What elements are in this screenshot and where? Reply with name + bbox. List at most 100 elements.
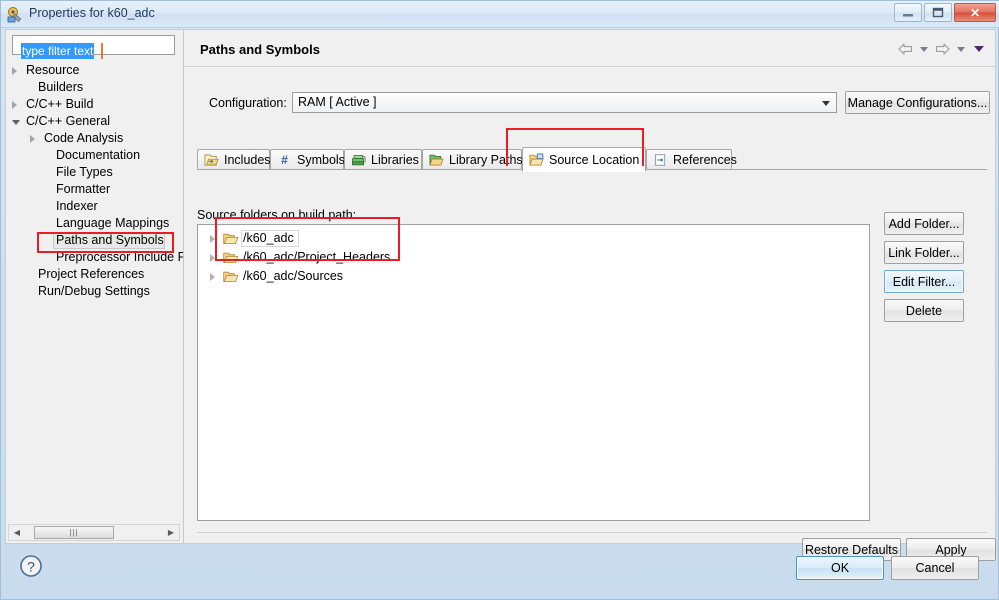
ok-button[interactable]: OK	[796, 556, 884, 580]
dialog-button-bar: ? OK Cancel	[5, 545, 996, 597]
tab-label: Libraries	[371, 153, 419, 167]
filter-input[interactable]: type filter text	[12, 35, 175, 59]
sidebar-item-label: Documentation	[56, 148, 141, 162]
folder-icon	[223, 232, 239, 245]
sidebar-item-run-debug-settings[interactable]: Run/Debug Settings	[6, 283, 183, 300]
title-bar: Properties for k60_adc ✕	[1, 1, 999, 28]
chevron-right-icon[interactable]	[210, 254, 215, 262]
tab-library-paths[interactable]: Library Paths	[422, 149, 523, 170]
back-arrow-icon[interactable]	[897, 42, 914, 56]
svg-text:#: #	[281, 153, 288, 167]
page-title: Paths and Symbols	[200, 42, 320, 57]
sidebar-item-code-analysis[interactable]: Code Analysis	[6, 130, 183, 147]
chevron-down-icon	[822, 101, 830, 106]
sidebar-item-project-references[interactable]: Project References	[6, 266, 183, 283]
page-panel: Paths and Symbols Configuration: RAM [A…	[184, 30, 996, 561]
source-folder-row[interactable]: /k60_adc	[198, 229, 869, 248]
chevron-down-icon[interactable]	[12, 120, 20, 125]
sidebar-item-builders[interactable]: Builders	[6, 79, 183, 96]
source-folder-row[interactable]: /k60_adc/Sources	[198, 267, 869, 286]
includes-icon	[204, 153, 219, 167]
tab-bar[interactable]: Includes # Symbols Libraries Library Paths So…	[197, 147, 987, 172]
tab-label: Source Location	[549, 152, 640, 167]
configuration-value: RAM [ Active ]	[298, 95, 377, 109]
source-location-icon	[529, 153, 544, 167]
sidebar-item-c-c-build[interactable]: C/C++ Build	[6, 96, 183, 113]
properties-icon	[7, 6, 24, 23]
link-folder-button[interactable]: Link Folder...	[884, 241, 964, 264]
tab-label: Includes	[224, 153, 271, 167]
sidebar-item-label: Project References	[38, 267, 145, 281]
sidebar-item-label: Resource	[26, 63, 80, 77]
close-button[interactable]: ✕	[954, 3, 996, 22]
forward-dropdown-icon[interactable]	[957, 46, 965, 52]
add-folder-button[interactable]: Add Folder...	[884, 212, 964, 235]
source-folders-list[interactable]: /k60_adc/k60_adc/Project_Headers/k60_adc…	[197, 224, 870, 521]
sidebar-item-language-mappings[interactable]: Language Mappings	[6, 215, 183, 232]
sidebar-item-resource[interactable]: Resource	[6, 62, 183, 79]
forward-arrow-icon[interactable]	[934, 42, 951, 56]
svg-text:?: ?	[27, 559, 35, 575]
sidebar-item-label: Builders	[38, 80, 84, 94]
chevron-right-icon[interactable]	[12, 67, 17, 75]
source-folder-row[interactable]: /k60_adc/Project_Headers	[198, 248, 869, 267]
cancel-button[interactable]: Cancel	[891, 556, 979, 580]
delete-button[interactable]: Delete	[884, 299, 964, 322]
symbols-hash-icon: #	[277, 153, 292, 167]
footer-separator	[197, 532, 987, 533]
dialog-content: type filter text Resource Builders C/C++ B…	[5, 29, 996, 561]
text-caret	[101, 43, 103, 59]
sidebar-item-preprocessor-include-pa[interactable]: Preprocessor Include Pa	[6, 249, 183, 266]
sidebar-item-label: Formatter	[56, 182, 111, 196]
tab-includes[interactable]: Includes	[197, 149, 271, 170]
close-icon: ✕	[969, 5, 981, 20]
edit-filter-button[interactable]: Edit Filter...	[884, 270, 964, 293]
tree-horizontal-scrollbar[interactable]: ◀ ||| ▶	[8, 524, 180, 541]
help-icon[interactable]: ?	[19, 554, 43, 578]
tab-label: Symbols	[297, 153, 345, 167]
sidebar-item-documentation[interactable]: Documentation	[6, 147, 183, 164]
chevron-right-icon[interactable]	[210, 273, 215, 281]
window-title: Properties for k60_adc	[29, 6, 155, 20]
sidebar-item-formatter[interactable]: Formatter	[6, 181, 183, 198]
manage-configurations-button[interactable]: Manage Configurations...	[845, 91, 990, 114]
sidebar-item-label: Run/Debug Settings	[38, 284, 150, 298]
view-menu-icon[interactable]	[974, 46, 984, 52]
settings-tree-panel: type filter text Resource Builders C/C++ B…	[6, 30, 183, 543]
folder-icon	[223, 251, 239, 264]
properties-dialog: Properties for k60_adc ✕ type filter tex…	[0, 0, 999, 600]
tab-references[interactable]: References	[646, 149, 737, 170]
sidebar-item-label: Indexer	[56, 199, 98, 213]
chevron-right-icon[interactable]	[30, 135, 35, 143]
title-separator	[184, 66, 995, 67]
scroll-left-icon[interactable]: ◀	[9, 525, 25, 540]
sidebar-item-label: Paths and Symbols	[56, 233, 164, 247]
sidebar-item-paths-and-symbols[interactable]: Paths and Symbols	[6, 232, 183, 249]
tab-libraries[interactable]: Libraries	[344, 149, 422, 170]
configuration-select[interactable]: RAM [ Active ]	[292, 92, 837, 113]
library-paths-icon	[429, 153, 444, 167]
page-navigation	[897, 39, 987, 59]
tab-label: Library Paths	[449, 153, 523, 167]
settings-tree[interactable]: Resource Builders C/C++ Build C/C++ General…	[6, 62, 183, 517]
sidebar-item-c-c-general[interactable]: C/C++ General	[6, 113, 183, 130]
chevron-right-icon[interactable]	[12, 101, 17, 109]
scrollbar-thumb[interactable]: |||	[34, 526, 114, 539]
source-folders-label: Source folders on build path:	[197, 208, 357, 222]
sidebar-item-label: Preprocessor Include Pa	[56, 250, 183, 264]
tab-symbols[interactable]: # Symbols	[270, 149, 345, 170]
sidebar-item-indexer[interactable]: Indexer	[6, 198, 183, 215]
configuration-label: Configuration:	[209, 96, 287, 110]
minimize-button[interactable]	[894, 3, 922, 22]
libraries-icon	[351, 153, 366, 167]
scroll-right-icon[interactable]: ▶	[163, 525, 179, 540]
source-folder-path: /k60_adc/Project_Headers	[243, 250, 391, 264]
tab-source-location[interactable]: Source Location	[522, 147, 646, 172]
minimize-icon	[895, 4, 921, 21]
chevron-right-icon[interactable]	[210, 235, 215, 243]
maximize-button[interactable]	[924, 3, 952, 22]
references-icon	[653, 153, 668, 167]
back-dropdown-icon[interactable]	[920, 46, 928, 52]
sidebar-item-file-types[interactable]: File Types	[6, 164, 183, 181]
filter-input-text: type filter text	[21, 43, 95, 59]
